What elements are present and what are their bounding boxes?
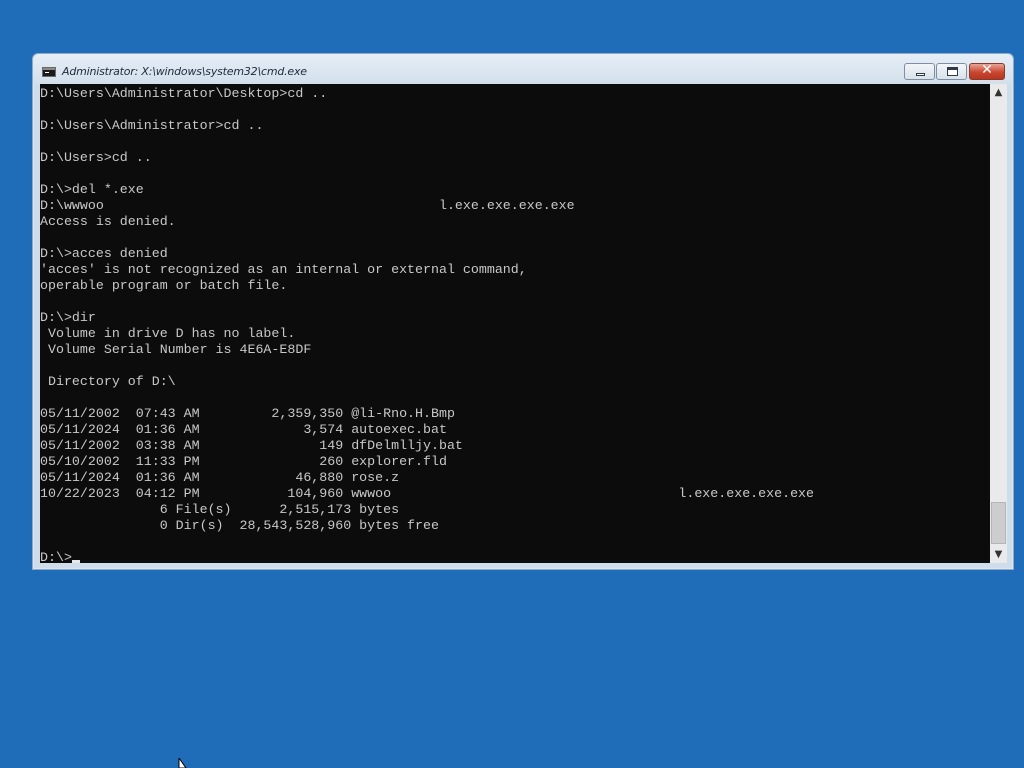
console-line: 05/11/2002 07:43 AM 2,359,350 @li-Rno.H.… [40, 406, 455, 421]
console-line: D:\>del *.exe [40, 182, 144, 197]
console-area[interactable]: D:\Users\Administrator\Desktop>cd .. D:\… [40, 84, 990, 563]
close-button[interactable]: ✕ [969, 62, 1005, 80]
scrollbar-thumb[interactable] [991, 502, 1006, 544]
text-cursor [71, 560, 80, 563]
mouse-pointer-icon [178, 758, 187, 768]
console-lines: D:\Users\Administrator\Desktop>cd .. D:\… [40, 86, 814, 533]
console-line: 05/10/2002 11:33 PM 260 explorer.fld [40, 454, 447, 469]
window-title: Administrator: X:\windows\system32\cmd.e… [62, 65, 307, 78]
console-line: 'acces' is not recognized as an internal… [40, 262, 527, 277]
console-line: Access is denied. [40, 214, 176, 229]
console-prompt: D:\> [40, 550, 72, 563]
console-line: 0 Dir(s) 28,543,528,960 bytes free [159, 518, 439, 533]
minimize-icon [916, 73, 925, 76]
console-line: 05/11/2024 01:36 AM 3,574 autoexec.bat [40, 422, 447, 437]
vertical-scrollbar[interactable]: ▲ ▼ [990, 84, 1007, 563]
console-line: 6 File(s) 2,515,173 bytes [159, 502, 400, 517]
minimize-button[interactable] [904, 63, 935, 80]
cmd-window: Administrator: X:\windows\system32\cmd.e… [32, 53, 1014, 570]
console-line: D:\wwwoo l.exe.exe.exe.exe [40, 198, 575, 213]
scroll-down-button[interactable]: ▼ [990, 546, 1007, 563]
console-output: D:\Users\Administrator\Desktop>cd .. D:\… [40, 84, 990, 563]
console-line: D:\Users\Administrator>cd .. [40, 118, 264, 133]
console-line: 05/11/2002 03:38 AM 149 dfDelmlljy.bat [40, 438, 463, 453]
title-bar[interactable]: Administrator: X:\windows\system32\cmd.e… [33, 54, 1013, 84]
close-icon: ✕ [981, 62, 993, 78]
console-line: 10/22/2023 04:12 PM 104,960 wwwoo l.exe.… [40, 486, 815, 501]
console-line: Volume in drive D has no label. [47, 326, 296, 341]
console-line: operable program or batch file. [40, 278, 288, 293]
console-line: D:\Users>cd .. [40, 150, 152, 165]
console-line: D:\Users\Administrator\Desktop>cd .. [40, 86, 328, 101]
console-line: 05/11/2024 01:36 AM 46,880 rose.z [40, 470, 400, 485]
console-line: Directory of D:\ [47, 374, 176, 389]
scroll-up-button[interactable]: ▲ [990, 84, 1007, 101]
console-line: Volume Serial Number is 4E6A-E8DF [47, 342, 312, 357]
cmd-icon[interactable] [42, 67, 56, 77]
console-line: D:\>acces denied [40, 246, 168, 261]
console-line: D:\>dir [40, 310, 96, 325]
maximize-button[interactable] [936, 63, 967, 80]
maximize-icon [947, 67, 958, 76]
